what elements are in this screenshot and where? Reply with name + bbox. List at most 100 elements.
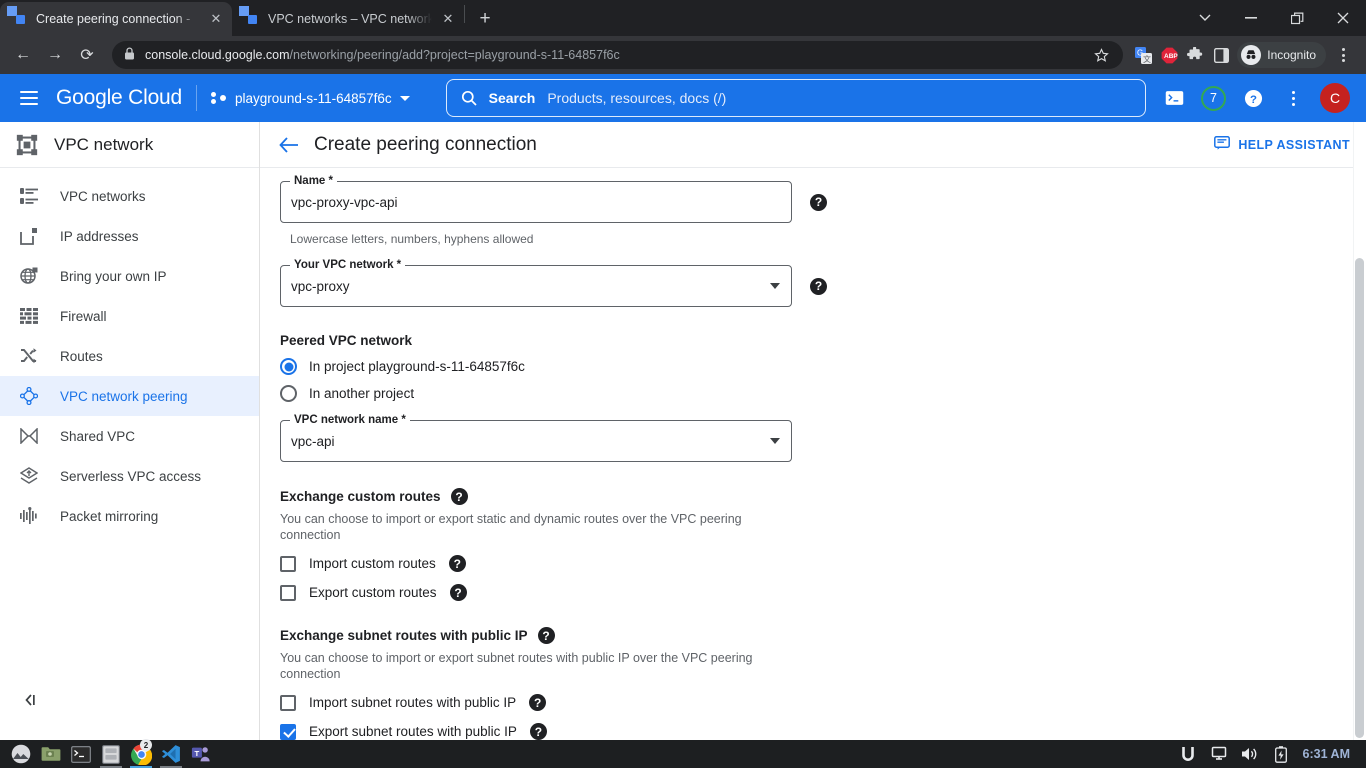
- sidebar-nav: VPC networks IP addresses Bring your own…: [0, 168, 259, 536]
- reload-button[interactable]: ⟳: [72, 40, 102, 70]
- back-arrow-icon[interactable]: [274, 130, 304, 160]
- help-icon[interactable]: ?: [448, 555, 466, 572]
- puzzle-icon[interactable]: [1185, 45, 1205, 65]
- url-text: console.cloud.google.com/networking/peer…: [145, 48, 620, 62]
- name-hint: Lowercase letters, numbers, hyphens allo…: [290, 232, 534, 246]
- help-icon[interactable]: ?: [810, 277, 827, 295]
- scrollbar-thumb[interactable]: [1355, 258, 1364, 738]
- help-icon[interactable]: ?: [537, 627, 555, 644]
- vscode-icon[interactable]: [156, 740, 186, 768]
- ubuntu-icon[interactable]: [1179, 745, 1197, 763]
- gcloud-logo[interactable]: Google Cloud: [56, 86, 182, 110]
- sidebar-item-vpc-network-peering[interactable]: VPC network peering: [0, 376, 259, 416]
- name-field-row: Name * vpc-proxy-vpc-api ?: [280, 173, 1060, 223]
- section-title: Exchange custom routes: [280, 489, 441, 504]
- avatar[interactable]: C: [1320, 83, 1350, 113]
- tab-strip: Create peering connection - ✕ VPC networ…: [0, 0, 1366, 36]
- minimize-button[interactable]: [1228, 2, 1274, 34]
- svg-text:T: T: [195, 748, 200, 757]
- checkbox-export-custom-routes[interactable]: Export custom routes ?: [280, 584, 1060, 601]
- close-button[interactable]: [1320, 2, 1366, 34]
- incognito-indicator[interactable]: Incognito: [1237, 42, 1326, 68]
- taskbar-badge: 2: [140, 739, 152, 751]
- notifications-badge[interactable]: 7: [1201, 85, 1226, 111]
- tab-search-icon[interactable]: [1182, 2, 1228, 34]
- volume-icon[interactable]: [1241, 745, 1259, 763]
- chrome-icon[interactable]: 2: [126, 739, 156, 768]
- adblock-icon[interactable]: ABP: [1159, 45, 1179, 65]
- search-input[interactable]: Search Products, resources, docs (/): [445, 79, 1146, 117]
- peering-icon: [18, 385, 40, 407]
- content-title: Create peering connection: [314, 133, 537, 155]
- new-tab-button[interactable]: +: [471, 5, 499, 33]
- packet-mirroring-icon: [18, 505, 40, 527]
- sidebar-item-label: Firewall: [60, 308, 107, 324]
- sidebar-item-label: VPC networks: [60, 188, 146, 204]
- file-manager-icon[interactable]: [36, 740, 66, 768]
- back-button[interactable]: ←: [8, 40, 38, 70]
- terminal-icon[interactable]: [1161, 85, 1187, 111]
- svg-text:?: ?: [1250, 93, 1257, 105]
- radio-icon: [280, 385, 297, 402]
- display-icon[interactable]: [1210, 745, 1228, 763]
- teams-icon[interactable]: T: [186, 740, 216, 768]
- help-icon[interactable]: ?: [1240, 85, 1266, 111]
- collapse-sidebar-button[interactable]: [18, 686, 46, 714]
- help-icon[interactable]: ?: [450, 488, 468, 505]
- address-bar[interactable]: console.cloud.google.com/networking/peer…: [112, 41, 1124, 69]
- help-assistant-button[interactable]: HELP ASSISTANT: [1214, 136, 1350, 153]
- vpc-network-name-value: vpc-api: [291, 433, 335, 449]
- forward-button[interactable]: →: [40, 40, 70, 70]
- vpc-network-icon: [16, 134, 38, 156]
- checkbox-import-subnet-routes[interactable]: Import subnet routes with public IP ?: [280, 694, 1060, 711]
- header-kebab-icon[interactable]: [1280, 85, 1306, 111]
- project-selector[interactable]: playground-s-11-64857f6c: [211, 90, 410, 106]
- name-input[interactable]: Name * vpc-proxy-vpc-api: [280, 173, 792, 223]
- hamburger-icon[interactable]: [12, 81, 46, 115]
- sidebar-item-firewall[interactable]: Firewall: [0, 296, 259, 336]
- vpc-network-name-select[interactable]: VPC network name * vpc-api: [280, 412, 792, 462]
- checkbox-export-subnet-routes[interactable]: Export subnet routes with public IP ?: [280, 723, 1060, 740]
- project-icon: [211, 90, 227, 106]
- radio-option-another-project[interactable]: In another project: [280, 385, 1060, 402]
- sidebar-item-bring-your-own-ip[interactable]: Bring your own IP: [0, 256, 259, 296]
- sidebar-item-ip-addresses[interactable]: IP addresses: [0, 216, 259, 256]
- tab-divider: [464, 5, 465, 23]
- browser-tab-0[interactable]: Create peering connection - ✕: [0, 2, 232, 36]
- browser-menu-icon[interactable]: [1328, 40, 1358, 70]
- gcp-icon: [7, 6, 28, 27]
- sidebar-item-packet-mirroring[interactable]: Packet mirroring: [0, 496, 259, 536]
- checkbox-import-custom-routes[interactable]: Import custom routes ?: [280, 555, 1060, 572]
- sidebar-item-routes[interactable]: Routes: [0, 336, 259, 376]
- ip-addresses-icon: [18, 225, 40, 247]
- page-title: VPC network: [54, 134, 154, 154]
- star-icon[interactable]: [1091, 45, 1111, 65]
- help-icon[interactable]: ?: [529, 694, 547, 711]
- your-vpc-network-value: vpc-proxy: [291, 278, 350, 294]
- sidebar-item-shared-vpc[interactable]: Shared VPC: [0, 416, 259, 456]
- maximize-button[interactable]: [1274, 2, 1320, 34]
- sidebar-item-vpc-networks[interactable]: VPC networks: [0, 176, 259, 216]
- your-vpc-network-select[interactable]: Your VPC network * vpc-proxy: [280, 257, 792, 307]
- browser-tab-1[interactable]: VPC networks – VPC network ✕: [232, 2, 464, 36]
- help-icon[interactable]: ?: [529, 723, 547, 740]
- close-icon[interactable]: ✕: [208, 11, 224, 27]
- translate-icon[interactable]: G 文: [1133, 45, 1153, 65]
- battery-charging-icon[interactable]: [1272, 745, 1290, 763]
- sidebar-item-serverless-vpc-access[interactable]: Serverless VPC access: [0, 456, 259, 496]
- sidebar-item-label: Serverless VPC access: [60, 468, 202, 484]
- header-actions: 7 ? C: [1161, 83, 1354, 113]
- checkbox-icon: [280, 555, 296, 572]
- close-icon[interactable]: ✕: [440, 11, 456, 27]
- checkbox-icon: [280, 584, 296, 601]
- scrollbar-track[interactable]: [1353, 122, 1366, 740]
- help-icon[interactable]: ?: [810, 193, 827, 211]
- image-viewer-icon[interactable]: [6, 740, 36, 768]
- terminal-icon[interactable]: [66, 740, 96, 768]
- sidepanel-icon[interactable]: [1211, 45, 1231, 65]
- window-controls: [1182, 0, 1366, 36]
- your-vpc-network-row: Your VPC network * vpc-proxy ?: [280, 257, 1060, 307]
- help-icon[interactable]: ?: [449, 584, 467, 601]
- radio-option-in-project[interactable]: In project playground-s-11-64857f6c: [280, 358, 1060, 375]
- archive-manager-icon[interactable]: [96, 740, 126, 768]
